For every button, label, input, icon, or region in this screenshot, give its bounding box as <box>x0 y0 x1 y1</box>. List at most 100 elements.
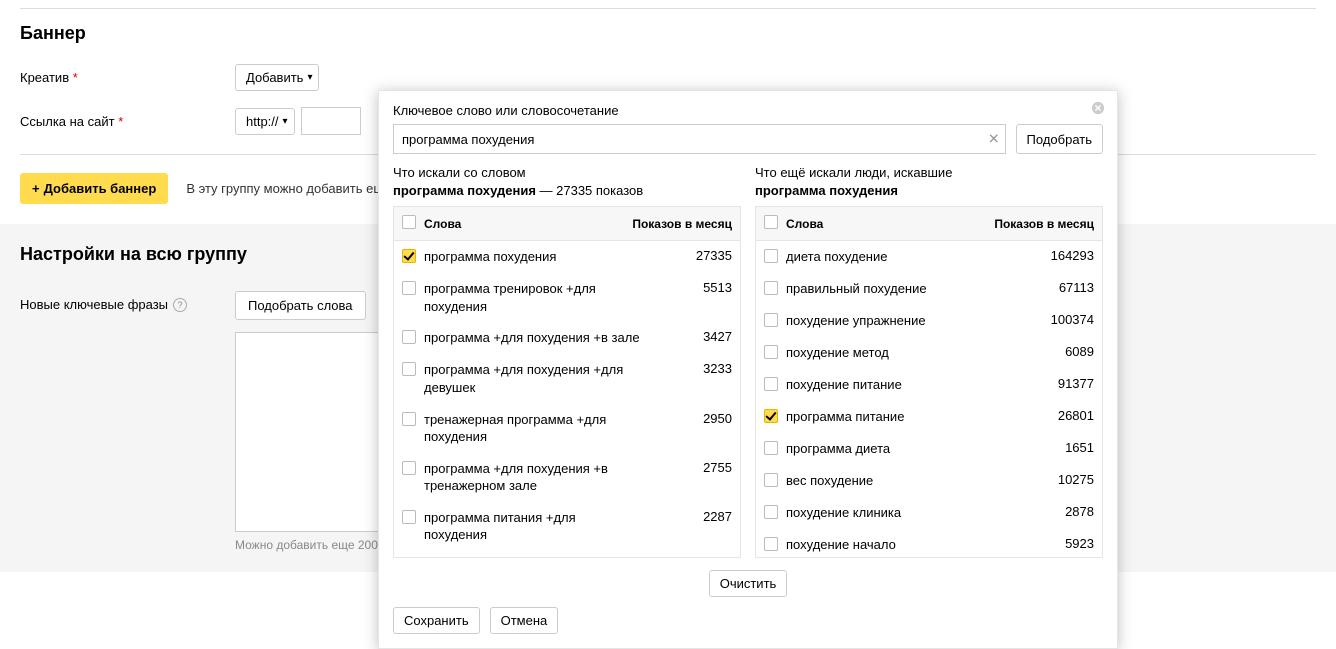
table-row[interactable]: похудение клиника2878 <box>756 497 1102 529</box>
keyword-picker-modal: Ключевое слово или словосочетание ✕ Подо… <box>378 90 1118 649</box>
table-row[interactable]: программа тренировок +в зале2190 <box>394 551 740 558</box>
table-row[interactable]: похудение начало5923 <box>756 529 1102 557</box>
clear-button[interactable]: Очистить <box>709 570 788 597</box>
keywords-label: Новые ключевые фразы ? <box>20 291 235 312</box>
row-word: диета похудение <box>782 248 1010 266</box>
table-row[interactable]: вес похудение10275 <box>756 465 1102 497</box>
row-word: программа +для похудения +в зале <box>420 329 648 347</box>
search-button[interactable]: Подобрать <box>1016 124 1103 154</box>
chevron-down-icon: ▾ <box>307 72 312 83</box>
select-all-checkbox[interactable] <box>764 215 778 229</box>
close-icon[interactable] <box>1089 99 1107 117</box>
row-checkbox[interactable] <box>402 510 416 524</box>
required-mark: * <box>118 114 123 129</box>
row-word: программа питания +для похудения <box>420 509 648 544</box>
left-table-body[interactable]: программа похудения27335программа тренир… <box>394 241 740 557</box>
row-checkbox[interactable] <box>764 249 778 263</box>
row-count: 5513 <box>648 280 732 295</box>
table-header: Слова Показов в месяц <box>394 207 740 241</box>
row-word: программа питание <box>782 408 1010 426</box>
row-count: 2878 <box>1010 504 1094 519</box>
col-word-header: Слова <box>420 217 627 231</box>
row-count: 91377 <box>1010 376 1094 391</box>
creative-label: Креатив * <box>20 70 235 85</box>
row-count: 2950 <box>648 411 732 426</box>
table-row[interactable]: программа питания +для похудения2287 <box>394 502 740 551</box>
site-url-input[interactable] <box>301 107 361 135</box>
cancel-button[interactable]: Отмена <box>490 607 559 634</box>
table-row[interactable]: программа диета1651 <box>756 433 1102 465</box>
left-column: Что искали со словом программа похудения… <box>393 164 741 558</box>
row-checkbox[interactable] <box>402 249 416 263</box>
row-checkbox[interactable] <box>764 505 778 519</box>
table-row[interactable]: похудение упражнение100374 <box>756 305 1102 337</box>
row-count: 26801 <box>1010 408 1094 423</box>
row-count: 1651 <box>1010 440 1094 455</box>
chevron-down-icon: ▾ <box>283 116 288 127</box>
row-checkbox[interactable] <box>402 362 416 376</box>
row-word: программа похудения <box>420 248 648 266</box>
pick-words-button[interactable]: Подобрать слова <box>235 291 366 320</box>
protocol-select[interactable]: http://▾ <box>235 108 295 135</box>
row-word: программа диета <box>782 440 1010 458</box>
row-count: 100374 <box>1010 312 1094 327</box>
table-row[interactable]: похудение питание91377 <box>756 369 1102 401</box>
table-row[interactable]: правильный похудение67113 <box>756 273 1102 305</box>
add-banner-hint: В эту группу можно добавить ещ <box>186 181 384 196</box>
row-word: программа +для похудения +в тренажерном … <box>420 460 648 495</box>
row-word: программа тренировок +для похудения <box>420 280 648 315</box>
row-checkbox[interactable] <box>764 281 778 295</box>
modal-label: Ключевое слово или словосочетание <box>393 103 1103 118</box>
row-checkbox[interactable] <box>764 537 778 551</box>
row-checkbox[interactable] <box>764 313 778 327</box>
required-mark: * <box>73 70 78 85</box>
row-count: 27335 <box>648 248 732 263</box>
row-word: вес похудение <box>782 472 1010 490</box>
table-row[interactable]: программа питание26801 <box>756 401 1102 433</box>
row-word: похудение начало <box>782 536 1010 554</box>
row-count: 10275 <box>1010 472 1094 487</box>
creative-row: Креатив * Добавить▾ <box>20 62 1316 92</box>
col-word-header: Слова <box>782 217 989 231</box>
table-row[interactable]: программа похудения27335 <box>394 241 740 273</box>
table-row[interactable]: диета похудение164293 <box>756 241 1102 273</box>
table-row[interactable]: программа +для похудения +для девушек323… <box>394 354 740 403</box>
row-checkbox[interactable] <box>402 412 416 426</box>
row-word: похудение метод <box>782 344 1010 362</box>
row-checkbox[interactable] <box>764 409 778 423</box>
row-word: правильный похудение <box>782 280 1010 298</box>
row-count: 6089 <box>1010 344 1094 359</box>
row-count: 2755 <box>648 460 732 475</box>
add-creative-button[interactable]: Добавить▾ <box>235 64 319 91</box>
divider <box>20 8 1316 9</box>
row-word: тренажерная программа +для похудения <box>420 411 648 446</box>
add-banner-button[interactable]: +Добавить баннер <box>20 173 168 204</box>
banner-heading: Баннер <box>20 23 1316 44</box>
row-checkbox[interactable] <box>764 473 778 487</box>
save-button[interactable]: Сохранить <box>393 607 480 634</box>
row-word: похудение упражнение <box>782 312 1010 330</box>
help-icon[interactable]: ? <box>173 298 187 312</box>
row-checkbox[interactable] <box>402 330 416 344</box>
site-label: Ссылка на сайт * <box>20 114 235 129</box>
row-checkbox[interactable] <box>764 441 778 455</box>
row-checkbox[interactable] <box>764 345 778 359</box>
row-checkbox[interactable] <box>764 377 778 391</box>
left-column-title: Что искали со словом программа похудения… <box>393 164 741 200</box>
table-row[interactable]: тренажерная программа +для похудения2950 <box>394 404 740 453</box>
keyword-input[interactable] <box>393 124 1006 154</box>
table-row[interactable]: программа тренировок +для похудения5513 <box>394 273 740 322</box>
table-row[interactable]: программа +для похудения +в зале3427 <box>394 322 740 354</box>
right-table-body[interactable]: диета похудение164293правильный похудени… <box>756 241 1102 557</box>
select-all-checkbox[interactable] <box>402 215 416 229</box>
row-checkbox[interactable] <box>402 461 416 475</box>
row-checkbox[interactable] <box>402 281 416 295</box>
clear-input-icon[interactable]: ✕ <box>988 131 1000 148</box>
right-column-title: Что ещё искали люди, искавшие программа … <box>755 164 1103 200</box>
table-row[interactable]: похудение метод6089 <box>756 337 1102 369</box>
col-count-header: Показов в месяц <box>627 217 732 231</box>
table-row[interactable]: программа +для похудения +в тренажерном … <box>394 453 740 502</box>
row-count: 3427 <box>648 329 732 344</box>
row-count: 164293 <box>1010 248 1094 263</box>
row-word: программа +для похудения +для девушек <box>420 361 648 396</box>
